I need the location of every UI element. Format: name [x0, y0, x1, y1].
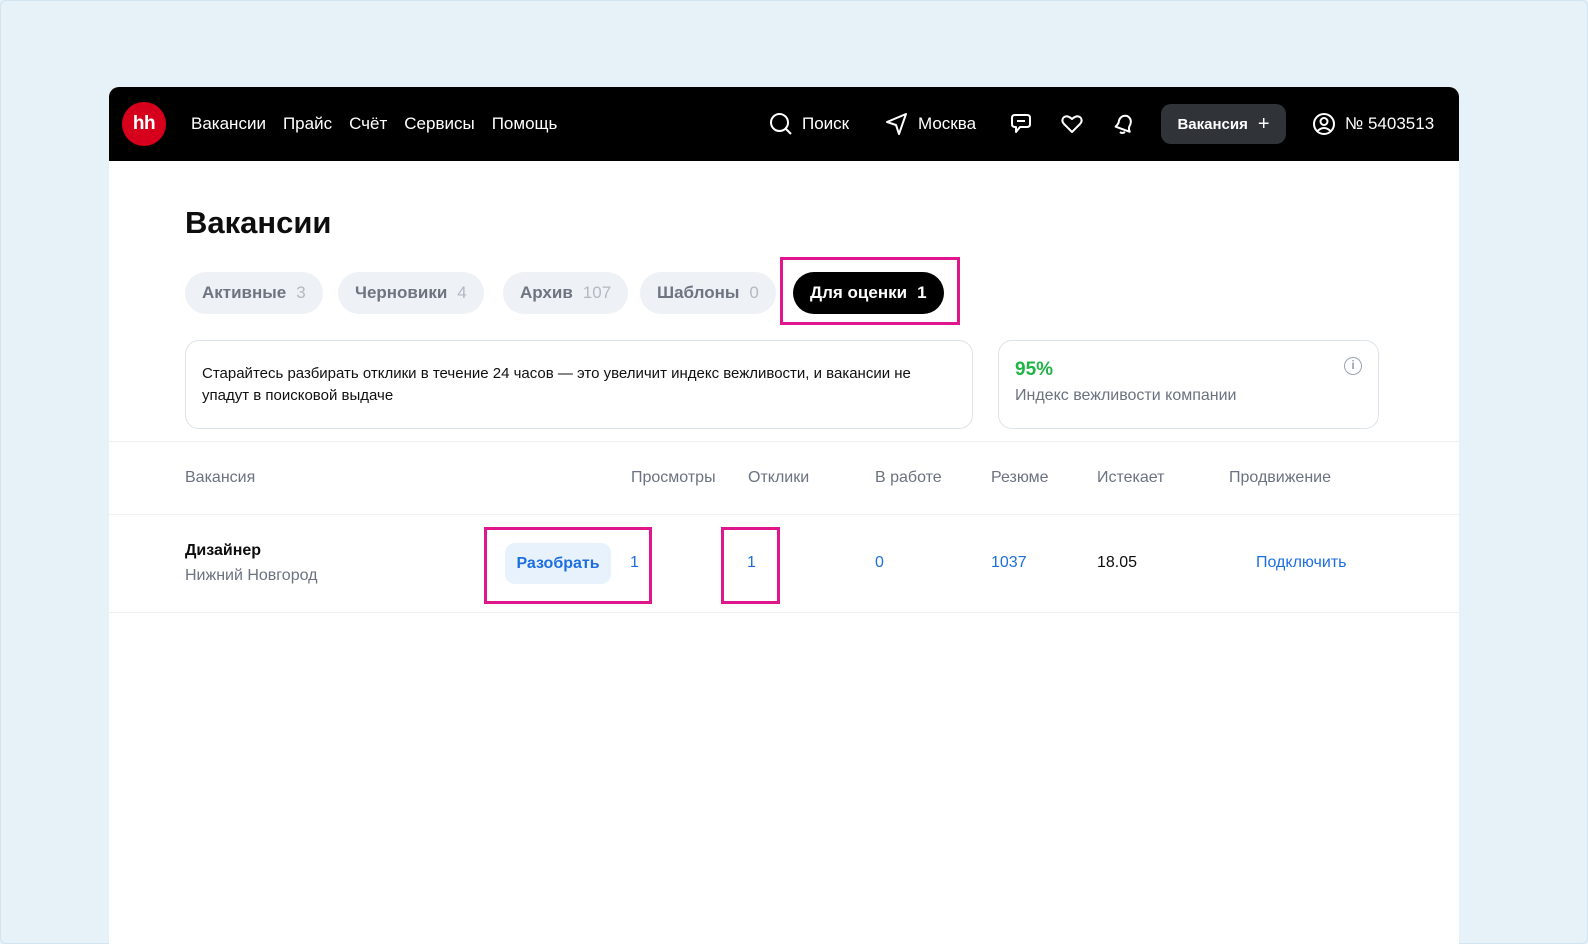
favorites-button[interactable] — [1059, 87, 1085, 161]
tab-for-review[interactable]: Для оценки 1 — [793, 272, 944, 314]
nav-invoice[interactable]: Счёт — [349, 114, 387, 134]
heart-icon — [1059, 111, 1085, 137]
divider — [109, 441, 1459, 442]
politeness-index-value: 95% — [1015, 359, 1054, 380]
tab-label: Для оценки — [810, 283, 908, 302]
divider — [109, 514, 1459, 515]
resumes-count[interactable]: 1037 — [991, 554, 1027, 572]
vacancy-city: Нижний Новгород — [185, 567, 318, 584]
user-circle-icon — [1311, 111, 1337, 137]
nav-vacancies[interactable]: Вакансии — [191, 114, 266, 134]
review-responses-button[interactable]: Разобрать — [505, 543, 611, 584]
search-link[interactable]: Поиск — [768, 87, 849, 161]
politeness-index-card: 95% Индекс вежливости компании i — [998, 340, 1379, 429]
responses-count[interactable]: 1 — [747, 554, 756, 572]
new-vacancy-button[interactable]: Вакансия + — [1161, 104, 1286, 144]
search-label: Поиск — [802, 114, 850, 133]
tab-label: Шаблоны — [657, 283, 740, 302]
tab-label: Архив — [520, 283, 573, 302]
hh-logo[interactable]: hh — [122, 102, 166, 146]
tab-templates[interactable]: Шаблоны 0 — [640, 272, 776, 314]
chat-button[interactable] — [1008, 87, 1034, 161]
location-arrow-icon — [884, 111, 910, 137]
nav-services[interactable]: Сервисы — [404, 114, 474, 134]
politeness-index-label: Индекс вежливости компании — [1015, 387, 1237, 404]
expires-date: 18.05 — [1097, 554, 1138, 571]
column-header-resumes: Резюме — [991, 469, 1049, 486]
tip-text: Старайтесь разбирать отклики в течение 2… — [202, 365, 911, 404]
in-work-count[interactable]: 0 — [875, 554, 884, 572]
chat-icon — [1008, 111, 1034, 137]
search-icon — [768, 111, 794, 137]
notifications-button[interactable] — [1110, 87, 1136, 161]
app-window: hh Вакансии Прайс Счёт Сервисы Помощь По… — [109, 87, 1459, 944]
page-title: Вакансии — [185, 205, 332, 240]
tab-active[interactable]: Активные 3 — [185, 272, 323, 314]
top-navbar: hh Вакансии Прайс Счёт Сервисы Помощь По… — [109, 87, 1459, 161]
divider — [109, 612, 1459, 613]
main-nav: Вакансии Прайс Счёт Сервисы Помощь — [191, 87, 557, 161]
tab-label: Черновики — [355, 283, 448, 302]
views-count[interactable]: 1 — [630, 554, 639, 572]
tip-card: Старайтесь разбирать отклики в течение 2… — [185, 340, 973, 429]
tab-count: 107 — [582, 283, 612, 302]
tab-label: Активные — [202, 283, 287, 302]
column-header-responses: Отклики — [748, 469, 810, 486]
promotion-connect-link[interactable]: Подключить — [1256, 554, 1346, 572]
tab-count: 0 — [749, 283, 759, 302]
city-label: Москва — [918, 114, 977, 133]
column-header-vacancy: Вакансия — [185, 469, 256, 486]
info-icon[interactable]: i — [1344, 357, 1362, 375]
tab-count: 1 — [917, 283, 927, 302]
tab-drafts[interactable]: Черновики 4 — [338, 272, 484, 314]
nav-help[interactable]: Помощь — [492, 114, 558, 134]
account-number: № 5403513 — [1345, 114, 1435, 133]
nav-price[interactable]: Прайс — [283, 114, 332, 134]
column-header-views: Просмотры — [631, 469, 716, 486]
column-header-promotion: Продвижение — [1229, 469, 1331, 486]
tab-archive[interactable]: Архив 107 — [503, 272, 629, 314]
column-header-expires: Истекает — [1097, 469, 1165, 486]
plus-icon: + — [1257, 113, 1270, 135]
tab-count: 4 — [457, 283, 467, 302]
new-vacancy-label: Вакансия — [1177, 115, 1248, 133]
bell-icon — [1110, 111, 1136, 137]
city-selector[interactable]: Москва — [884, 87, 976, 161]
column-header-in-work: В работе — [875, 469, 942, 486]
vacancy-title-link[interactable]: Дизайнер — [185, 542, 261, 560]
account-menu[interactable]: № 5403513 — [1311, 87, 1434, 161]
tab-count: 3 — [296, 283, 306, 302]
